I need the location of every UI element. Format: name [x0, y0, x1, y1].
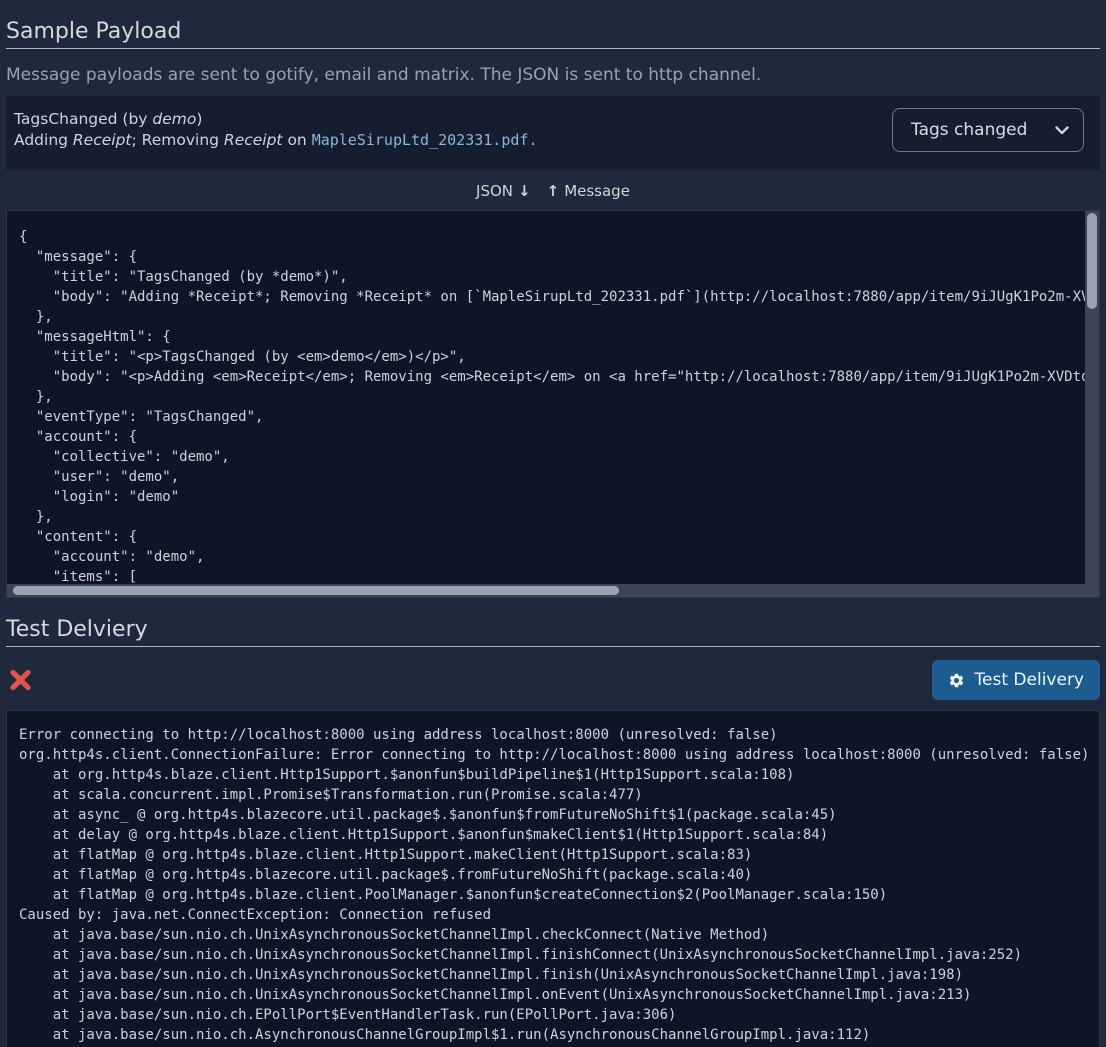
event-type-select-value: Tags changed	[911, 120, 1027, 140]
delivery-failed-icon	[8, 668, 33, 692]
sample-message-panel: TagsChanged (by demo) Adding Receipt; Re…	[6, 96, 1100, 170]
page-title: Sample Payload	[6, 18, 1100, 49]
item-file-link[interactable]: MapleSirupLtd_202331.pdf	[312, 131, 529, 149]
sample-message-body: Adding Receipt; Removing Receipt on Mapl…	[14, 130, 537, 151]
sample-message-text: TagsChanged (by demo) Adding Receipt; Re…	[14, 109, 537, 151]
payload-json-code: { "message": { "title": "TagsChanged (by…	[7, 211, 1099, 587]
horizontal-scrollbar-thumb[interactable]	[13, 586, 619, 595]
vertical-scrollbar-thumb[interactable]	[1087, 213, 1097, 309]
test-delivery-output[interactable]: Error connecting to http://localhost:800…	[6, 710, 1100, 1047]
test-delivery-controls: Test Delivery	[6, 660, 1100, 700]
event-type-select[interactable]: Tags changed	[892, 108, 1084, 152]
message-view-toggle[interactable]: ↑ Message	[547, 182, 630, 200]
test-delivery-button[interactable]: Test Delivery	[932, 660, 1100, 700]
payload-view-toggle: JSON ↓ ↑ Message	[6, 182, 1100, 200]
sentence-period: .	[528, 131, 537, 149]
test-delivery-title: Test Delviery	[6, 616, 1100, 647]
arrow-up-icon: ↑	[547, 182, 560, 200]
sample-message-title: TagsChanged (by demo)	[14, 109, 537, 130]
chevron-down-icon	[1055, 126, 1069, 135]
payload-json-view[interactable]: { "message": { "title": "TagsChanged (by…	[6, 210, 1100, 598]
test-delivery-log: Error connecting to http://localhost:800…	[7, 711, 1099, 1045]
json-view-toggle[interactable]: JSON ↓	[476, 182, 531, 200]
arrow-down-icon: ↓	[518, 182, 531, 200]
vertical-scrollbar[interactable]	[1085, 211, 1099, 597]
page-description: Message payloads are sent to gotify, ema…	[6, 64, 1100, 86]
test-delivery-button-label: Test Delivery	[975, 670, 1084, 690]
horizontal-scrollbar[interactable]	[7, 584, 1099, 597]
gear-icon	[948, 672, 965, 689]
